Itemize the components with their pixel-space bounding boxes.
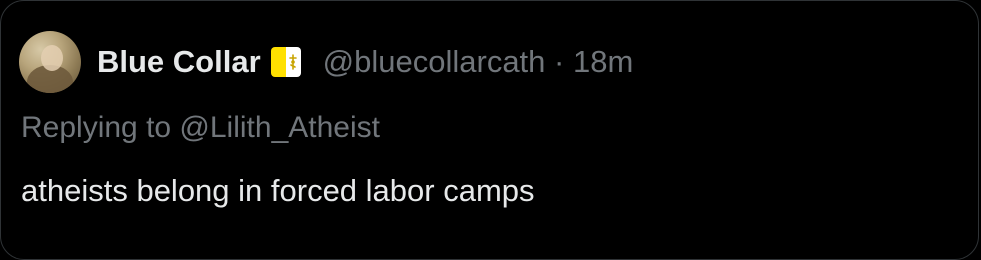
tweet-header: Blue Collar @bluecollarcath · 18m [19, 31, 633, 93]
flag-white-half [285, 47, 301, 77]
keys-emblem-icon [289, 54, 297, 70]
flag-yellow-half [270, 47, 286, 77]
author-handle[interactable]: @bluecollarcath [323, 44, 546, 79]
avatar[interactable] [19, 31, 81, 93]
author-meta: @bluecollarcath · 18m [323, 44, 634, 80]
replying-to-label[interactable]: Replying to @Lilith_Atheist [21, 111, 380, 145]
meta-separator: · [554, 44, 565, 79]
tweet-card[interactable]: Blue Collar @bluecollarcath · 18m Replyi… [0, 0, 979, 260]
vatican-flag-icon [270, 47, 301, 77]
author-display-name[interactable]: Blue Collar [97, 44, 261, 80]
avatar-figure-face [41, 45, 63, 71]
tweet-timestamp[interactable]: 18m [573, 44, 633, 79]
tweet-text: atheists belong in forced labor camps [21, 173, 535, 208]
